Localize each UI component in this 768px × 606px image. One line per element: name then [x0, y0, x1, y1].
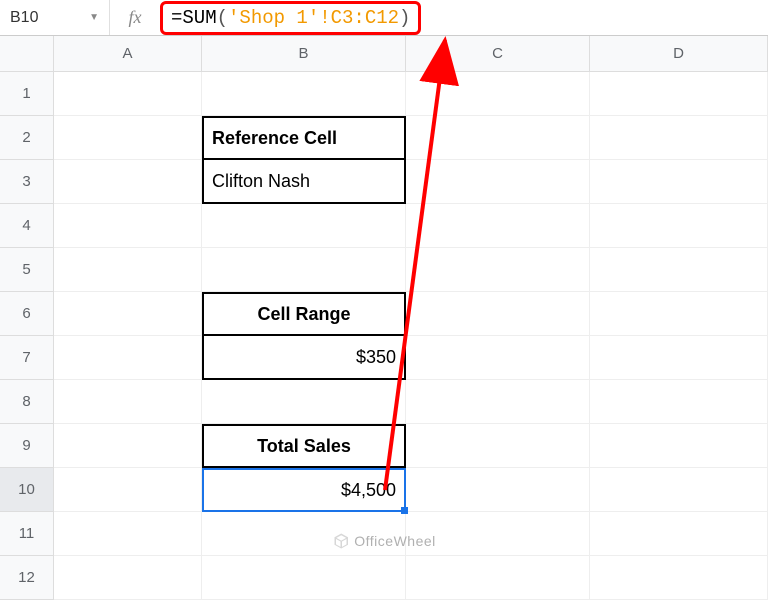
row-header-4[interactable]: 4 [0, 204, 54, 248]
watermark: OfficeWheel [332, 532, 436, 550]
fx-icon: fx [110, 7, 160, 28]
cell-A12[interactable] [54, 556, 202, 600]
row-header-6[interactable]: 6 [0, 292, 54, 336]
formula-bar: B10 ▼ fx =SUM ( 'Shop 1'!C3:C12 ) [0, 0, 768, 36]
cell-B7[interactable]: $350 [202, 336, 406, 380]
cell-A7[interactable] [54, 336, 202, 380]
cell-A8[interactable] [54, 380, 202, 424]
row-header-3[interactable]: 3 [0, 160, 54, 204]
cell-C9[interactable] [406, 424, 590, 468]
cell-C12[interactable] [406, 556, 590, 600]
row-header-9[interactable]: 9 [0, 424, 54, 468]
cells-area: Reference Cell Clifton Nash [54, 72, 768, 600]
col-header-D[interactable]: D [590, 36, 768, 72]
cell-B3[interactable]: Clifton Nash [202, 160, 406, 204]
row-header-12[interactable]: 12 [0, 556, 54, 600]
name-box[interactable]: B10 ▼ [0, 0, 110, 35]
row-headers: 1 2 3 4 5 6 7 8 9 10 11 12 [0, 72, 54, 600]
cell-A1[interactable] [54, 72, 202, 116]
cell-B1[interactable] [202, 72, 406, 116]
column-headers: A B C D [54, 36, 768, 72]
cell-D7[interactable] [590, 336, 768, 380]
cell-C10[interactable] [406, 468, 590, 512]
formula-func: =SUM [171, 7, 217, 29]
formula-input[interactable]: =SUM ( 'Shop 1'!C3:C12 ) [160, 1, 421, 35]
cell-C3[interactable] [406, 160, 590, 204]
cell-D8[interactable] [590, 380, 768, 424]
cell-C6[interactable] [406, 292, 590, 336]
cell-D2[interactable] [590, 116, 768, 160]
cell-B10[interactable]: $4,500 [202, 468, 406, 512]
formula-reference: 'Shop 1'!C3:C12 [228, 7, 399, 29]
cell-B12[interactable] [202, 556, 406, 600]
cell-A6[interactable] [54, 292, 202, 336]
formula-open-paren: ( [217, 7, 228, 29]
cell-A4[interactable] [54, 204, 202, 248]
cell-D11[interactable] [590, 512, 768, 556]
cell-D10[interactable] [590, 468, 768, 512]
cell-C5[interactable] [406, 248, 590, 292]
cell-D9[interactable] [590, 424, 768, 468]
cell-B4[interactable] [202, 204, 406, 248]
row-header-10[interactable]: 10 [0, 468, 54, 512]
cell-B9[interactable]: Total Sales [202, 424, 406, 468]
cell-B8[interactable] [202, 380, 406, 424]
chevron-down-icon[interactable]: ▼ [89, 12, 99, 23]
cell-A10[interactable] [54, 468, 202, 512]
cell-B5[interactable] [202, 248, 406, 292]
cell-C8[interactable] [406, 380, 590, 424]
cube-icon [332, 532, 350, 550]
row-header-5[interactable]: 5 [0, 248, 54, 292]
cell-D12[interactable] [590, 556, 768, 600]
cell-B6[interactable]: Cell Range [202, 292, 406, 336]
cell-C7[interactable] [406, 336, 590, 380]
col-header-A[interactable]: A [54, 36, 202, 72]
cell-A2[interactable] [54, 116, 202, 160]
row-header-1[interactable]: 1 [0, 72, 54, 116]
row-header-8[interactable]: 8 [0, 380, 54, 424]
cell-D5[interactable] [590, 248, 768, 292]
cell-A3[interactable] [54, 160, 202, 204]
name-box-value: B10 [10, 9, 38, 27]
formula-close-paren: ) [399, 7, 410, 29]
cell-D1[interactable] [590, 72, 768, 116]
cell-D6[interactable] [590, 292, 768, 336]
cell-D4[interactable] [590, 204, 768, 248]
col-header-B[interactable]: B [202, 36, 406, 72]
cell-D3[interactable] [590, 160, 768, 204]
cell-B2[interactable]: Reference Cell [202, 116, 406, 160]
col-header-C[interactable]: C [406, 36, 590, 72]
spreadsheet-grid: 1 2 3 4 5 6 7 8 9 10 11 12 A B C D [0, 36, 768, 606]
row-header-11[interactable]: 11 [0, 512, 54, 556]
row-header-7[interactable]: 7 [0, 336, 54, 380]
cell-C1[interactable] [406, 72, 590, 116]
cell-C2[interactable] [406, 116, 590, 160]
row-header-2[interactable]: 2 [0, 116, 54, 160]
cell-C4[interactable] [406, 204, 590, 248]
watermark-text: OfficeWheel [354, 533, 436, 549]
cell-A9[interactable] [54, 424, 202, 468]
cell-A11[interactable] [54, 512, 202, 556]
cell-A5[interactable] [54, 248, 202, 292]
select-all-corner[interactable] [0, 36, 54, 72]
